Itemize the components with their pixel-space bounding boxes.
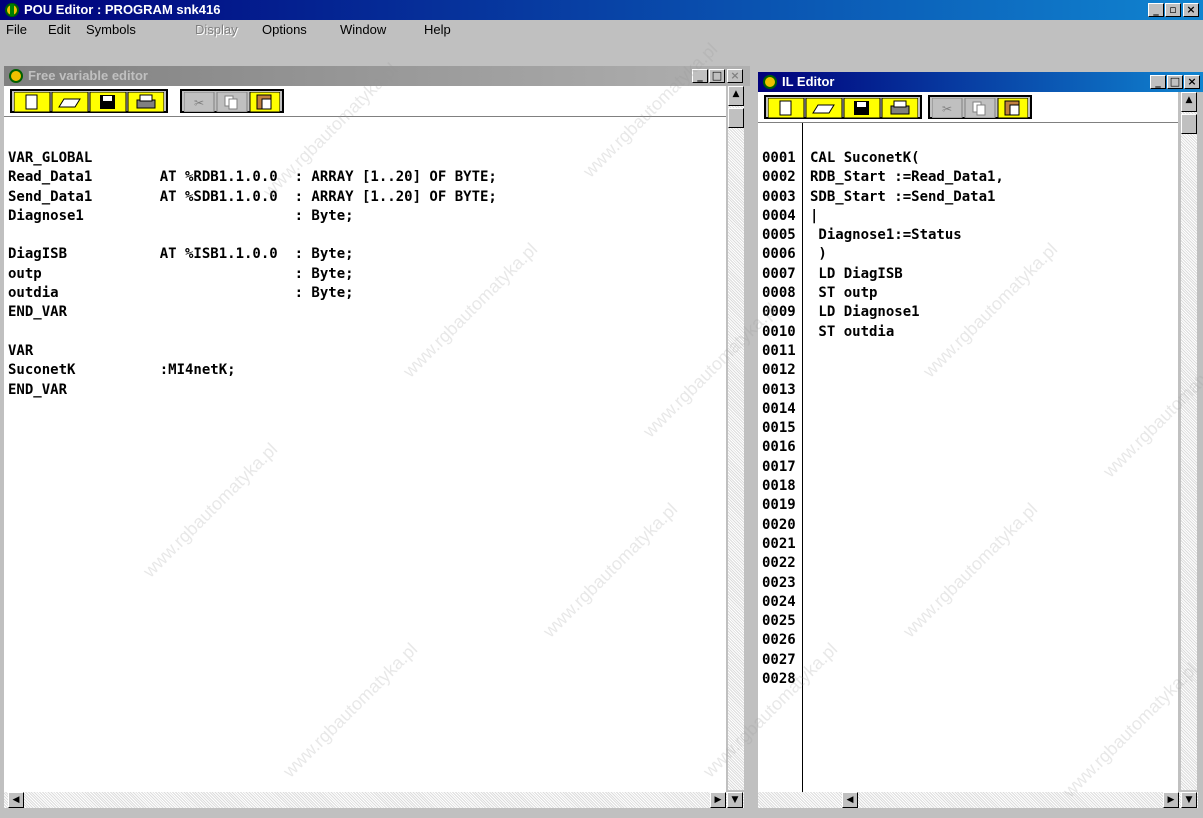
variable-editor-area[interactable]: VAR_GLOBAL Read_Data1 AT %RDB1.1.0.0 : A… (4, 116, 726, 793)
scroll-left-icon[interactable]: ◀ (8, 792, 24, 808)
save-icon[interactable] (844, 98, 880, 118)
close-icon[interactable]: × (1184, 75, 1200, 89)
variable-code: VAR_GLOBAL Read_Data1 AT %RDB1.1.0.0 : A… (8, 150, 497, 398)
scroll-down-icon[interactable]: ▼ (727, 792, 743, 808)
line-numbers: 0001 0002 0003 0004 0005 0006 0007 0008 … (762, 150, 796, 688)
right-window-title: IL Editor (782, 74, 835, 89)
maximize-icon[interactable]: □ (709, 69, 725, 83)
scroll-right-icon[interactable]: ▶ (1163, 792, 1179, 808)
left-toolbar: ✂ (4, 86, 726, 116)
scroll-up-icon[interactable]: ▲ (728, 86, 744, 106)
paste-icon[interactable] (998, 98, 1028, 118)
new-file-icon[interactable] (14, 92, 50, 112)
il-editor-window: IL Editor _ □ × ✂ 0001 0002 0003 0004 00… (758, 66, 1203, 818)
right-window-titlebar[interactable]: IL Editor _ □ × (758, 72, 1203, 92)
close-icon[interactable]: × (1183, 3, 1199, 17)
menu-help[interactable]: Help (424, 20, 451, 40)
window-icon (763, 75, 777, 89)
restore-icon[interactable]: ▫ (1165, 3, 1181, 17)
scroll-left-icon[interactable]: ◀ (842, 792, 858, 808)
menu-display[interactable]: Display (195, 20, 238, 40)
il-code: CAL SuconetK( RDB_Start :=Read_Data1, SD… (810, 150, 1004, 340)
save-icon[interactable] (90, 92, 126, 112)
new-file-icon[interactable] (768, 98, 804, 118)
right-vertical-scrollbar[interactable]: ▲ (1181, 92, 1197, 790)
free-variable-editor-window: Free variable editor _ □ × ✂ VAR_GLOBAL … (4, 66, 750, 818)
menu-bar: File Edit Symbols Display Options Window… (0, 20, 1203, 40)
window-icon (9, 69, 23, 83)
print-icon[interactable] (882, 98, 918, 118)
scroll-right-icon[interactable]: ▶ (710, 792, 726, 808)
print-icon[interactable] (128, 92, 164, 112)
left-window-titlebar[interactable]: Free variable editor _ □ × (4, 66, 750, 86)
minimize-icon[interactable]: _ (1150, 75, 1166, 89)
minimize-icon[interactable]: _ (692, 69, 708, 83)
scroll-up-icon[interactable]: ▲ (1181, 92, 1197, 112)
menu-options[interactable]: Options (262, 20, 307, 40)
menu-symbols[interactable]: Symbols (86, 20, 136, 40)
menu-edit[interactable]: Edit (48, 20, 70, 40)
left-window-title: Free variable editor (28, 68, 148, 83)
copy-icon[interactable] (217, 92, 247, 112)
cut-icon[interactable] (184, 92, 214, 112)
open-folder-icon[interactable] (52, 92, 88, 112)
menu-file[interactable]: File (6, 20, 27, 40)
close-icon[interactable]: × (727, 69, 743, 83)
left-vertical-scrollbar[interactable]: ▲ (728, 86, 744, 790)
il-editor-area[interactable]: 0001 0002 0003 0004 0005 0006 0007 0008 … (758, 122, 1178, 793)
right-toolbar: ✂ (758, 92, 1178, 122)
title-bar: POU Editor : PROGRAM snk416 _ ▫ × (0, 0, 1203, 20)
right-horizontal-scrollbar[interactable]: ◀ ▶ ▼ (758, 792, 1198, 808)
scroll-thumb[interactable] (1181, 114, 1197, 134)
app-icon (5, 3, 19, 17)
left-horizontal-scrollbar[interactable]: ◀ ▶ ▼ (4, 792, 744, 808)
maximize-icon[interactable]: □ (1167, 75, 1183, 89)
minimize-icon[interactable]: _ (1148, 3, 1164, 17)
menu-window[interactable]: Window (340, 20, 386, 40)
paste-icon[interactable] (250, 92, 280, 112)
scroll-thumb[interactable] (728, 108, 744, 128)
scroll-down-icon[interactable]: ▼ (1181, 792, 1197, 808)
open-folder-icon[interactable] (806, 98, 842, 118)
copy-icon[interactable] (965, 98, 995, 118)
cut-icon[interactable] (932, 98, 962, 118)
app-title: POU Editor : PROGRAM snk416 (24, 2, 221, 17)
